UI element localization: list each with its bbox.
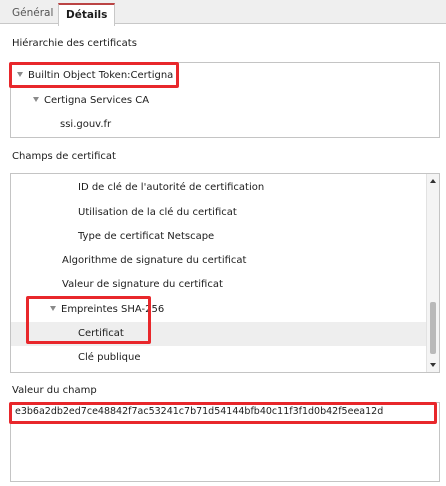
hierarchy-item-label: ssi.gouv.fr bbox=[60, 119, 112, 130]
fields-heading: Champs de certificat bbox=[12, 151, 116, 162]
tab-general[interactable]: Général bbox=[12, 4, 53, 23]
field-row[interactable]: ID de clé de l'autorité de certification bbox=[11, 176, 439, 200]
field-row[interactable]: Type de certificat Netscape bbox=[11, 225, 439, 249]
expand-triangle-icon[interactable] bbox=[17, 72, 23, 77]
expand-triangle-icon[interactable] bbox=[33, 97, 39, 102]
field-label: Utilisation de la clé du certificat bbox=[78, 207, 237, 218]
field-label: Valeur de signature du certificat bbox=[62, 279, 223, 290]
tab-details[interactable]: Détails bbox=[58, 3, 116, 26]
hierarchy-item-label: Certigna Services CA bbox=[44, 95, 150, 106]
hierarchy-heading: Hiérarchie des certificats bbox=[12, 38, 137, 49]
field-label: Type de certificat Netscape bbox=[78, 231, 215, 242]
scroll-up-icon[interactable] bbox=[430, 179, 436, 183]
hierarchy-item-label: Builtin Object Token:Certigna bbox=[28, 70, 174, 81]
field-label: Algorithme de signature du certificat bbox=[62, 255, 247, 266]
field-row[interactable]: Utilisation de la clé du certificat bbox=[11, 201, 439, 225]
field-value-box[interactable]: e3b6a2db2ed7ce48842f7ac53241c7b71d54144b… bbox=[10, 402, 440, 482]
field-label: ID de clé de l'autorité de certification bbox=[78, 182, 265, 193]
value-heading: Valeur du champ bbox=[12, 385, 97, 396]
field-label: Clé publique bbox=[78, 352, 141, 363]
field-row-certificat[interactable]: Certificat bbox=[11, 322, 427, 346]
hierarchy-tree: Builtin Object Token:Certigna Certigna S… bbox=[10, 62, 440, 138]
scroll-thumb[interactable] bbox=[430, 302, 436, 354]
fields-scrollbar[interactable] bbox=[426, 174, 439, 372]
fields-tree: ID de clé de l'autorité de certification… bbox=[10, 173, 440, 373]
field-row-sha256[interactable]: Empreintes SHA-256 bbox=[11, 298, 439, 322]
field-row[interactable]: Clé publique bbox=[11, 346, 439, 370]
hierarchy-item-intermediate[interactable]: Certigna Services CA bbox=[11, 89, 439, 113]
field-value-text[interactable]: e3b6a2db2ed7ce48842f7ac53241c7b71d54144b… bbox=[15, 406, 383, 417]
scroll-down-icon[interactable] bbox=[430, 363, 436, 367]
field-label: Empreintes SHA-256 bbox=[61, 304, 165, 315]
field-label: Certificat bbox=[78, 328, 124, 339]
hierarchy-item-leaf[interactable]: ssi.gouv.fr bbox=[11, 113, 439, 137]
expand-triangle-icon[interactable] bbox=[50, 306, 56, 311]
field-row[interactable]: Algorithme de signature du certificat bbox=[11, 249, 439, 273]
field-row[interactable]: Valeur de signature du certificat bbox=[11, 273, 439, 297]
hierarchy-item-root[interactable]: Builtin Object Token:Certigna bbox=[11, 64, 439, 88]
